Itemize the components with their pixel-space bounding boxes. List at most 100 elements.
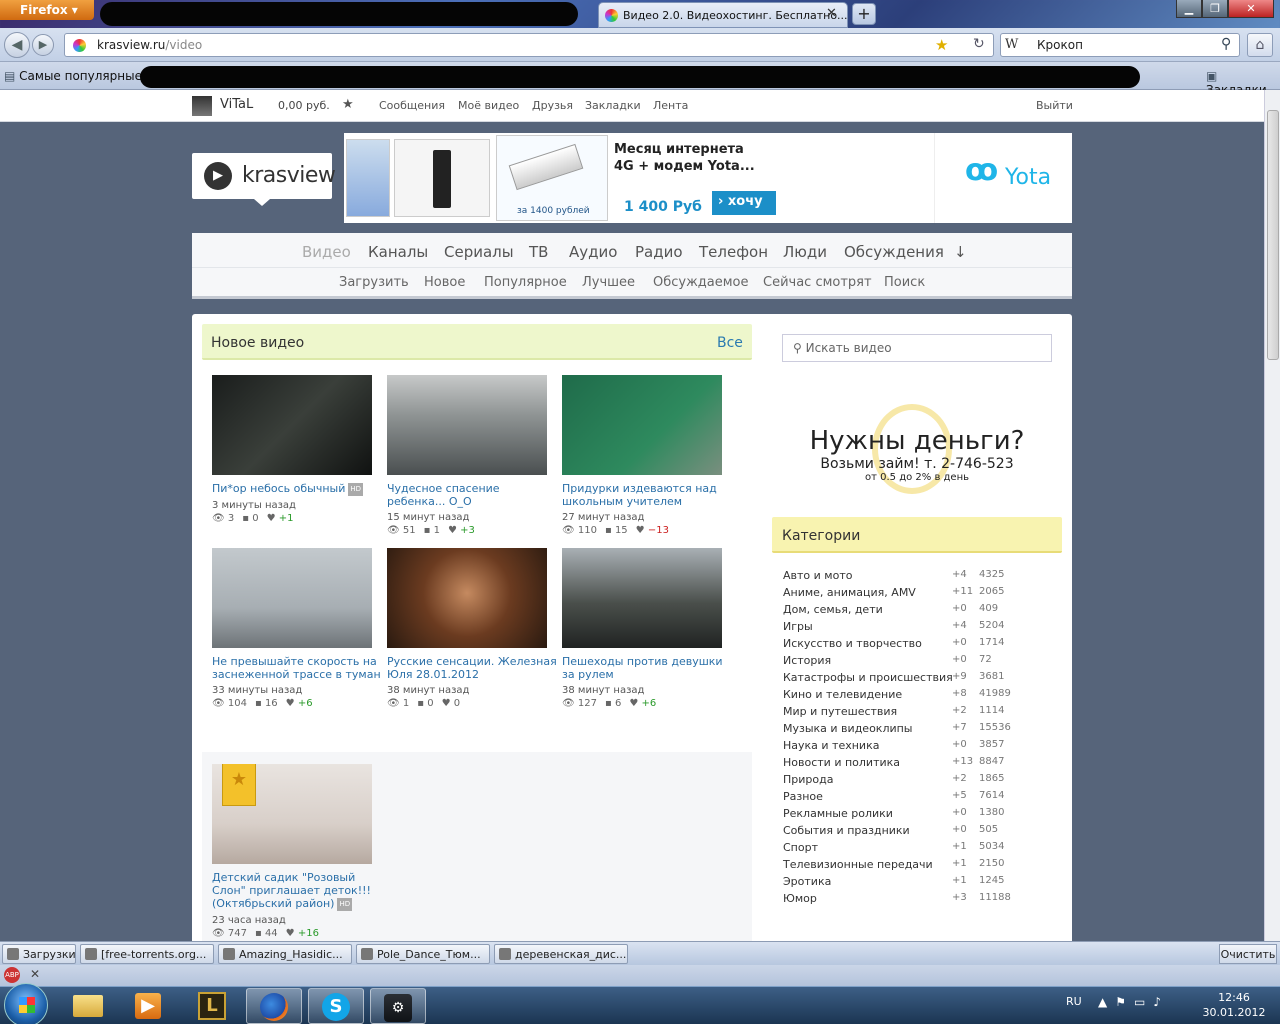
maximize-button[interactable]: ❐: [1202, 0, 1228, 18]
link-my-video[interactable]: Моё видео: [458, 99, 519, 112]
firefox-menu-button[interactable]: Firefox ▾: [0, 0, 94, 20]
video-card[interactable]: ★ Детский садик "Розовый Слон" приглашае…: [212, 764, 382, 939]
category-name[interactable]: Эротика: [783, 875, 831, 888]
search-bar[interactable]: W Крокоп ⚲: [1000, 33, 1240, 57]
category-item[interactable]: Игры +4 5204: [783, 620, 1063, 637]
new-tab-button[interactable]: +: [852, 3, 876, 25]
favorites-star-icon[interactable]: ★: [342, 97, 354, 112]
url-bar[interactable]: krasview.ru/video ★ ↻: [64, 33, 994, 57]
category-name[interactable]: Юмор: [783, 892, 817, 905]
category-name[interactable]: Мир и путешествия: [783, 705, 897, 718]
back-button[interactable]: ◀: [4, 32, 30, 58]
category-name[interactable]: Телевизионные передачи: [783, 858, 933, 871]
username-link[interactable]: ViTaL: [220, 97, 253, 112]
subnav-best[interactable]: Лучшее: [582, 275, 635, 290]
category-item[interactable]: Кино и телевидение +8 41989: [783, 688, 1063, 705]
category-item[interactable]: Юмор +3 11188: [783, 892, 1063, 909]
category-item[interactable]: Телевизионные передачи +1 2150: [783, 858, 1063, 875]
category-item[interactable]: Спорт +1 5034: [783, 841, 1063, 858]
category-name[interactable]: Природа: [783, 773, 833, 786]
search-magnifier-icon[interactable]: ⚲: [1221, 36, 1231, 52]
video-title[interactable]: Пешеходы против девушки за рулем: [562, 655, 732, 681]
nav-audio[interactable]: Аудио: [569, 243, 617, 261]
category-item[interactable]: Дом, семья, дети +0 409: [783, 603, 1063, 620]
category-name[interactable]: События и праздники: [783, 824, 910, 837]
download-item[interactable]: [free-torrents.org...: [80, 944, 214, 964]
clock[interactable]: 12:46 30.01.2012: [1200, 990, 1268, 1020]
downloads-button[interactable]: Загрузки: [2, 944, 76, 964]
category-item[interactable]: Аниме, анимация, AMV +11 2065: [783, 586, 1063, 603]
download-item[interactable]: Pole_Dance_Тюм...: [356, 944, 490, 964]
video-thumbnail[interactable]: [562, 375, 722, 475]
subnav-upload[interactable]: Загрузить: [339, 275, 409, 290]
media-player-icon[interactable]: ▶: [120, 988, 176, 1024]
home-button[interactable]: ⌂: [1247, 33, 1273, 57]
category-name[interactable]: Аниме, анимация, AMV: [783, 586, 916, 599]
nav-people[interactable]: Люди: [783, 243, 827, 261]
video-thumbnail[interactable]: ★: [212, 764, 372, 864]
video-title[interactable]: Русские сенсации. Железная Юля 28.01.201…: [387, 655, 557, 681]
category-name[interactable]: Новости и политика: [783, 756, 900, 769]
category-item[interactable]: Музыка и видеоклипы +7 15536: [783, 722, 1063, 739]
category-item[interactable]: События и праздники +0 505: [783, 824, 1063, 841]
category-name[interactable]: Кино и телевидение: [783, 688, 902, 701]
category-name[interactable]: Разное: [783, 790, 823, 803]
video-title[interactable]: Не превышайте скорость на заснеженной тр…: [212, 655, 382, 681]
tab-active[interactable]: Видео 2.0. Видеохостинг. Бесплатно...: [598, 2, 848, 28]
video-card[interactable]: Русские сенсации. Железная Юля 28.01.201…: [387, 548, 557, 709]
firefox-icon[interactable]: [246, 988, 302, 1024]
subnav-new[interactable]: Новое: [424, 275, 465, 290]
reload-icon[interactable]: ↻: [973, 36, 985, 52]
yota-banner-ad[interactable]: за 1400 рублей Месяц интернета 4G + модем…: [344, 133, 1072, 223]
bookmark-star-icon[interactable]: ★: [935, 36, 948, 54]
nav-series[interactable]: Сериалы: [444, 243, 514, 261]
subnav-watching-now[interactable]: Сейчас смотрят: [763, 275, 872, 290]
link-feed[interactable]: Лента: [653, 99, 688, 112]
video-title[interactable]: Детский садик "Розовый Слон" приглашает …: [212, 871, 382, 911]
nav-more-arrow-icon[interactable]: ↓: [954, 243, 967, 261]
page-scrollbar[interactable]: [1264, 90, 1280, 941]
video-card[interactable]: Пи*ор небось обычный HD 3 минуты назад 👁 …: [212, 375, 382, 524]
start-button[interactable]: [4, 983, 48, 1024]
category-name[interactable]: Спорт: [783, 841, 818, 854]
close-window-button[interactable]: ✕: [1228, 0, 1274, 18]
video-card[interactable]: Не превышайте скорость на заснеженной тр…: [212, 548, 382, 709]
lol-icon[interactable]: L: [184, 988, 240, 1024]
category-name[interactable]: Искусство и творчество: [783, 637, 922, 650]
video-title[interactable]: Чудесное спасение ребенка... О_О: [387, 482, 557, 508]
category-item[interactable]: Мир и путешествия +2 1114: [783, 705, 1063, 722]
video-card[interactable]: Пешеходы против девушки за рулем 38 мину…: [562, 548, 732, 709]
video-thumbnail[interactable]: [387, 548, 547, 648]
minimize-button[interactable]: ▁: [1176, 0, 1202, 18]
link-messages[interactable]: Сообщения: [379, 99, 445, 112]
subnav-search[interactable]: Поиск: [884, 275, 925, 290]
tab-close-icon[interactable]: ✕: [826, 6, 837, 21]
language-indicator[interactable]: RU: [1066, 995, 1082, 1008]
downloads-clear-button[interactable]: Очистить: [1219, 944, 1277, 964]
site-logo[interactable]: ▶ krasview: [192, 153, 336, 206]
nav-discussions[interactable]: Обсуждения: [844, 243, 944, 261]
link-bookmarks[interactable]: Закладки: [585, 99, 641, 112]
category-item[interactable]: Разное +5 7614: [783, 790, 1063, 807]
steam-icon[interactable]: ⚙: [370, 988, 426, 1024]
download-item[interactable]: деревенская_дис...: [494, 944, 628, 964]
category-item[interactable]: История +0 72: [783, 654, 1063, 671]
banner-want-button[interactable]: › хочу: [712, 191, 776, 215]
scrollbar-thumb[interactable]: [1267, 110, 1279, 360]
category-item[interactable]: Наука и техника +0 3857: [783, 739, 1063, 756]
bookmark-most-visited[interactable]: Самые популярные: [4, 69, 142, 83]
nav-channels[interactable]: Каналы: [368, 243, 428, 261]
skype-icon[interactable]: S: [308, 988, 364, 1024]
category-name[interactable]: Музыка и видеоклипы: [783, 722, 913, 735]
category-name[interactable]: Дом, семья, дети: [783, 603, 883, 616]
download-item[interactable]: Amazing_Hasidic...: [218, 944, 352, 964]
video-thumbnail[interactable]: [562, 548, 722, 648]
video-card[interactable]: Чудесное спасение ребенка... О_О 15 мину…: [387, 375, 557, 536]
balance[interactable]: 0,00 руб.: [278, 99, 330, 112]
video-card[interactable]: Придурки издеваются над школьным учителе…: [562, 375, 732, 536]
forward-button[interactable]: ▶: [32, 34, 54, 56]
category-item[interactable]: Катастрофы и происшествия +9 3681: [783, 671, 1063, 688]
video-title[interactable]: Пи*ор небось обычный HD: [212, 482, 382, 496]
video-thumbnail[interactable]: [212, 375, 372, 475]
category-item[interactable]: Искусство и творчество +0 1714: [783, 637, 1063, 654]
